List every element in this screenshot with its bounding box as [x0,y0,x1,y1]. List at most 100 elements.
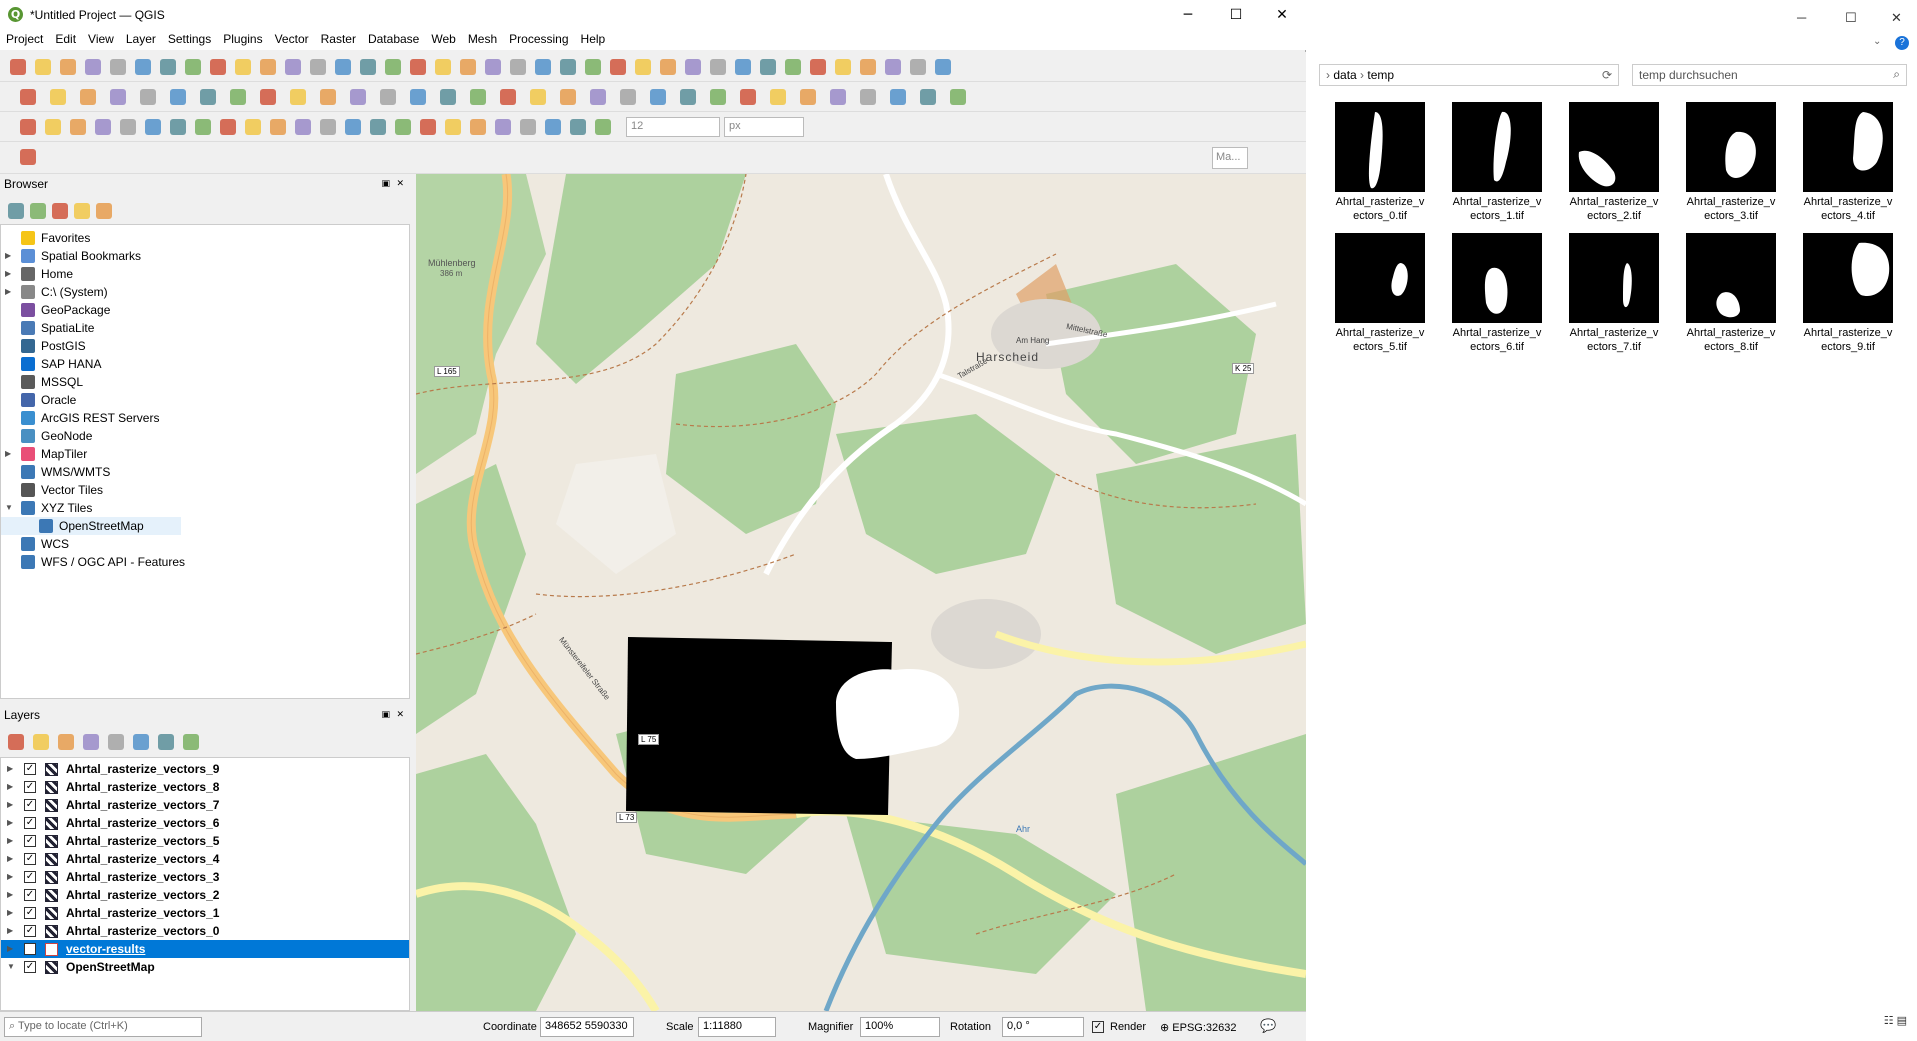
toolbar-tool-icon[interactable] [460,59,476,75]
crs-button[interactable]: ⊕ EPSG:32632 [1160,1021,1237,1034]
chevron-right-icon[interactable]: ▶ [7,904,13,922]
toolbar-tool-icon[interactable] [620,89,636,105]
toolbar-tool-icon[interactable] [20,149,36,165]
explorer-close-button[interactable]: ✕ [1891,10,1902,26]
view-toggle-icons[interactable]: ☷ ▤ [1884,1014,1907,1027]
chevron-right-icon[interactable]: ▶ [5,265,15,283]
toolbar-tool-icon[interactable] [220,119,236,135]
toolbar-tool-icon[interactable] [530,89,546,105]
layer-visibility-checkbox[interactable]: ✓ [24,889,36,901]
toolbar-tool-icon[interactable] [158,734,174,750]
file-item[interactable]: Ahrtal_rasterize_v ectors_6.tif [1442,233,1552,354]
layer-item[interactable]: ▶ ✓ Ahrtal_rasterize_vectors_3 [1,868,409,886]
toolbar-tool-icon[interactable] [385,59,401,75]
toolbar-tool-icon[interactable] [135,59,151,75]
menu-edit[interactable]: Edit [49,30,82,48]
toolbar-tool-icon[interactable] [8,734,24,750]
browser-item[interactable]: Vector Tiles [1,481,409,499]
help-icon[interactable]: ? [1895,36,1909,50]
file-item[interactable]: Ahrtal_rasterize_v ectors_9.tif [1793,233,1903,354]
toolbar-tool-icon[interactable] [635,59,651,75]
toolbar-tool-icon[interactable] [380,89,396,105]
menu-web[interactable]: Web [425,30,461,48]
chevron-right-icon[interactable]: ▼ [7,958,15,976]
toolbar-tool-icon[interactable] [360,59,376,75]
layer-item[interactable]: ▶ ✓ vector-results [1,940,409,958]
toolbar-tool-icon[interactable] [595,119,611,135]
browser-item[interactable]: Favorites [1,229,409,247]
toolbar-tool-icon[interactable] [96,203,112,219]
messages-icon[interactable]: 💬 [1260,1018,1276,1034]
layer-visibility-checkbox[interactable]: ✓ [24,781,36,793]
toolbar-tool-icon[interactable] [33,734,49,750]
toolbar-tool-icon[interactable] [470,89,486,105]
toolbar-tool-icon[interactable] [420,119,436,135]
layer-visibility-checkbox[interactable]: ✓ [24,961,36,973]
toolbar-tool-icon[interactable] [170,119,186,135]
address-bar[interactable]: › data › temp ⟳ [1319,64,1619,86]
toolbar-tool-icon[interactable] [740,89,756,105]
toolbar-tool-icon[interactable] [260,59,276,75]
toolbar-tool-icon[interactable] [230,89,246,105]
browser-item[interactable]: ▶ Spatial Bookmarks [1,247,409,265]
toolbar-tool-icon[interactable] [145,119,161,135]
toolbar-tool-icon[interactable] [650,89,666,105]
toolbar-tool-icon[interactable] [270,119,286,135]
browser-item[interactable]: ▶ MapTiler [1,445,409,463]
toolbar-tool-icon[interactable] [295,119,311,135]
toolbar-tool-icon[interactable] [210,59,226,75]
close-button[interactable]: ✕ [1262,4,1302,26]
toolbar-tool-icon[interactable] [8,203,24,219]
toolbar-tool-icon[interactable] [110,89,126,105]
layer-visibility-checkbox[interactable]: ✓ [24,907,36,919]
layer-visibility-checkbox[interactable]: ✓ [24,817,36,829]
file-item[interactable]: Ahrtal_rasterize_v ectors_8.tif [1676,233,1786,354]
menu-settings[interactable]: Settings [162,30,217,48]
breadcrumb-temp[interactable]: temp [1367,68,1394,82]
browser-item[interactable]: WFS / OGC API - Features [1,553,409,571]
chevron-right-icon[interactable]: ▶ [5,283,15,301]
toolbar-tool-icon[interactable] [310,59,326,75]
toolbar-tool-icon[interactable] [140,89,156,105]
toolbar-tool-icon[interactable] [74,203,90,219]
toolbar-tool-icon[interactable] [50,89,66,105]
toolbar-tool-icon[interactable] [350,89,366,105]
chevron-right-icon[interactable]: ▶ [5,445,15,463]
toolbar-tool-icon[interactable] [770,89,786,105]
chevron-right-icon[interactable]: ▶ [7,850,13,868]
toolbar-tool-icon[interactable] [133,734,149,750]
layer-item[interactable]: ▶ ✓ Ahrtal_rasterize_vectors_4 [1,850,409,868]
menu-vector[interactable]: Vector [269,30,315,48]
chevron-right-icon[interactable]: ▶ [7,832,13,850]
chevron-right-icon[interactable]: ▶ [7,814,13,832]
file-item[interactable]: Ahrtal_rasterize_v ectors_1.tif [1442,102,1552,223]
chevron-right-icon[interactable]: ▶ [7,796,13,814]
toolbar-tool-icon[interactable] [860,59,876,75]
toolbar-tool-icon[interactable] [395,119,411,135]
toolbar-tool-icon[interactable] [120,119,136,135]
toolbar-tool-icon[interactable] [195,119,211,135]
file-item[interactable]: Ahrtal_rasterize_v ectors_7.tif [1559,233,1669,354]
locator-mini-input[interactable]: Ma... [1212,147,1248,169]
toolbar-tool-icon[interactable] [45,119,61,135]
toolbar-tool-icon[interactable] [560,89,576,105]
toolbar-tool-icon[interactable] [545,119,561,135]
toolbar-tool-icon[interactable] [435,59,451,75]
chevron-right-icon[interactable]: ▶ [7,940,13,958]
panel-buttons[interactable]: ▣ ✕ [381,709,406,720]
toolbar-tool-icon[interactable] [60,59,76,75]
browser-item[interactable]: ArcGIS REST Servers [1,409,409,427]
toolbar-tool-icon[interactable] [410,89,426,105]
magnifier-field[interactable]: 100% [860,1017,940,1037]
toolbar-tool-icon[interactable] [520,119,536,135]
layer-visibility-checkbox[interactable]: ✓ [24,853,36,865]
toolbar-tool-icon[interactable] [35,59,51,75]
toolbar-tool-icon[interactable] [370,119,386,135]
toolbar-tool-icon[interactable] [885,59,901,75]
layer-item[interactable]: ▶ ✓ Ahrtal_rasterize_vectors_9 [1,760,409,778]
toolbar-tool-icon[interactable] [835,59,851,75]
file-item[interactable]: Ahrtal_rasterize_v ectors_4.tif [1793,102,1903,223]
explorer-minimize-button[interactable]: ─ [1797,10,1806,25]
layer-visibility-checkbox[interactable]: ✓ [24,835,36,847]
toolbar-tool-icon[interactable] [680,89,696,105]
